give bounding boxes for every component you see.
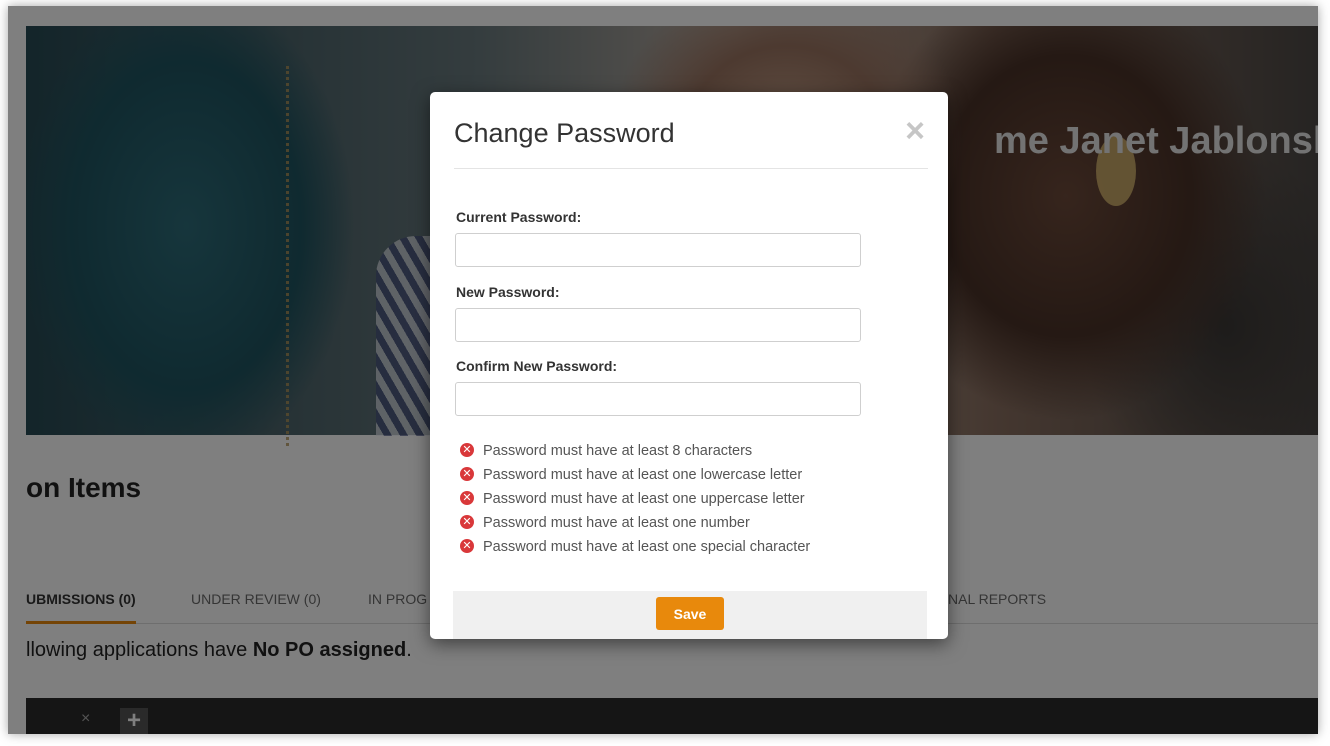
requirement-item: ✕ Password must have at least one number: [460, 514, 810, 538]
x-circle-icon: ✕: [460, 443, 474, 458]
confirm-password-input[interactable]: [455, 382, 861, 416]
requirement-text: Password must have at least one special …: [483, 539, 811, 555]
requirement-text: Password must have at least one uppercas…: [483, 491, 805, 507]
x-circle-icon: ✕: [460, 539, 474, 554]
password-requirements-list: ✕ Password must have at least 8 character…: [460, 442, 810, 562]
requirement-text: Password must have at least one number: [483, 515, 750, 531]
requirement-item: ✕ Password must have at least 8 character…: [460, 442, 810, 466]
current-password-label: Current Password:: [456, 209, 582, 225]
change-password-dialog: Change Password × Current Password: New …: [430, 92, 948, 639]
app-window: me Janet Jablonsk on Items UBMISSIONS (0…: [8, 6, 1318, 734]
close-icon[interactable]: ×: [900, 114, 930, 148]
requirement-item: ✕ Password must have at least one special…: [460, 538, 810, 562]
new-password-label: New Password:: [456, 284, 560, 300]
x-circle-icon: ✕: [460, 491, 474, 506]
requirement-text: Password must have at least 8 characters: [483, 443, 753, 459]
dialog-footer: Save: [453, 591, 927, 639]
new-password-input[interactable]: [455, 308, 861, 342]
x-circle-icon: ✕: [460, 467, 474, 482]
dialog-divider: [454, 168, 928, 169]
requirement-text: Password must have at least one lowercas…: [483, 467, 803, 483]
confirm-password-label: Confirm New Password:: [456, 358, 618, 374]
save-button[interactable]: Save: [656, 597, 724, 630]
x-circle-icon: ✕: [460, 515, 474, 530]
current-password-input[interactable]: [455, 233, 861, 267]
dialog-title: Change Password: [454, 118, 675, 148]
requirement-item: ✕ Password must have at least one upperca…: [460, 490, 810, 514]
requirement-item: ✕ Password must have at least one lowerca…: [460, 466, 810, 490]
